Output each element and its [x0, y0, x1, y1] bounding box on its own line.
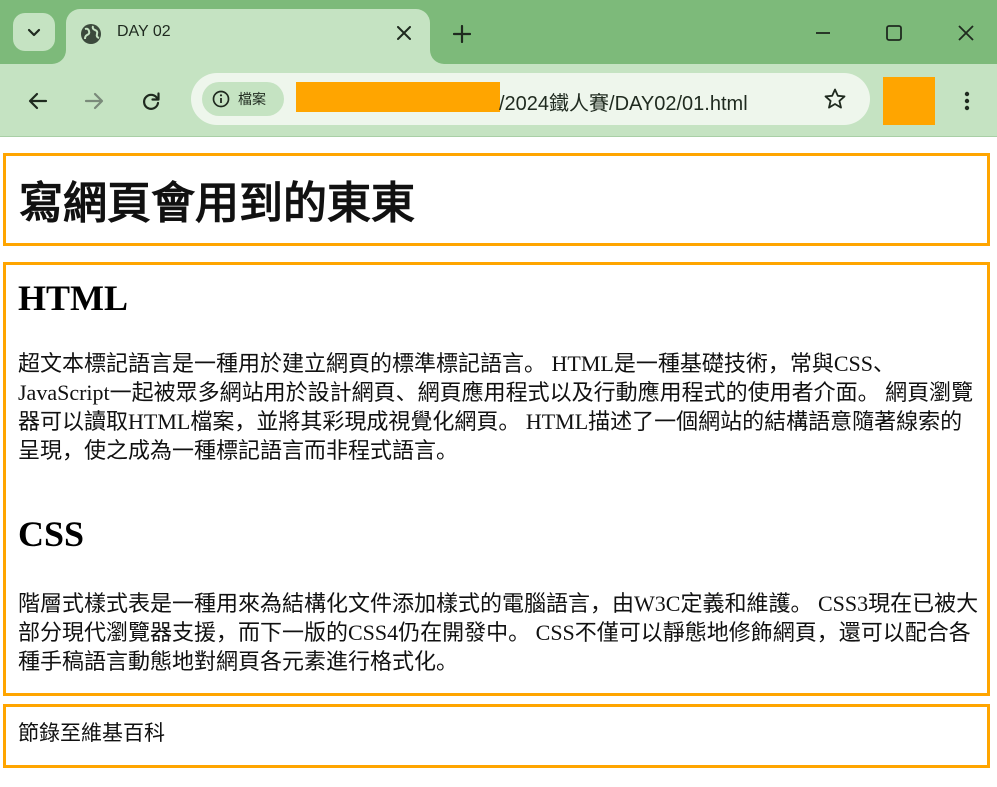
star-icon	[824, 88, 846, 109]
footer-text: 節錄至維基百科	[18, 721, 165, 745]
close-icon	[958, 25, 974, 41]
site-info-button[interactable]: 檔案	[202, 82, 284, 116]
back-button[interactable]	[22, 85, 54, 117]
browser-toolbar: 檔案 /2024鐵人賽/DAY02/01.html	[0, 64, 997, 137]
reload-icon	[143, 92, 160, 110]
bookmark-button[interactable]	[822, 86, 848, 112]
page-title: 寫網頁會用到的東東	[19, 178, 415, 229]
tab-close-button[interactable]	[392, 21, 416, 45]
page-header: 寫網頁會用到的東東	[3, 153, 990, 246]
profile-avatar[interactable]	[883, 77, 935, 125]
tab-title: DAY 02	[117, 23, 171, 40]
section-heading-css: CSS	[18, 514, 85, 554]
arrow-left-icon	[28, 92, 48, 110]
main-content: HTML 超文本標記語言是一種用於建立網頁的標準標記語言。 HTML是一種基礎技…	[3, 262, 990, 696]
section-heading-html: HTML	[18, 278, 129, 318]
page-footer: 節錄至維基百科	[3, 704, 990, 768]
reload-button[interactable]	[135, 85, 167, 117]
maximize-button[interactable]	[878, 17, 910, 49]
window-close-button[interactable]	[950, 17, 982, 49]
active-tab[interactable]: DAY 02	[66, 9, 430, 64]
site-info-label: 檔案	[238, 92, 266, 108]
tab-search-button[interactable]	[13, 13, 55, 51]
minimize-button[interactable]	[807, 17, 839, 49]
address-bar[interactable]: 檔案 /2024鐵人賽/DAY02/01.html	[191, 73, 870, 125]
new-tab-button[interactable]	[447, 19, 477, 49]
section-body-html: 超文本標記語言是一種用於建立網頁的標準標記語言。 HTML是一種基礎技術，常與C…	[18, 351, 974, 463]
forward-button[interactable]	[78, 85, 110, 117]
plus-icon	[453, 25, 471, 43]
maximize-icon	[886, 25, 902, 41]
info-icon	[212, 90, 230, 108]
globe-icon	[81, 24, 101, 44]
close-icon	[397, 26, 411, 40]
minimize-icon	[816, 32, 830, 34]
menu-button[interactable]	[952, 85, 982, 117]
url-text[interactable]: /2024鐵人賽/DAY02/01.html	[499, 87, 748, 116]
arrow-right-icon	[84, 92, 104, 110]
section-body-css: 階層式樣式表是一種用來為結構化文件添加樣式的電腦語言，由W3C定義和維護。 CS…	[18, 591, 979, 674]
more-vertical-icon	[964, 91, 970, 111]
url-redaction	[296, 82, 500, 112]
tab-strip: DAY 02	[0, 0, 997, 64]
chevron-down-icon	[27, 28, 41, 37]
